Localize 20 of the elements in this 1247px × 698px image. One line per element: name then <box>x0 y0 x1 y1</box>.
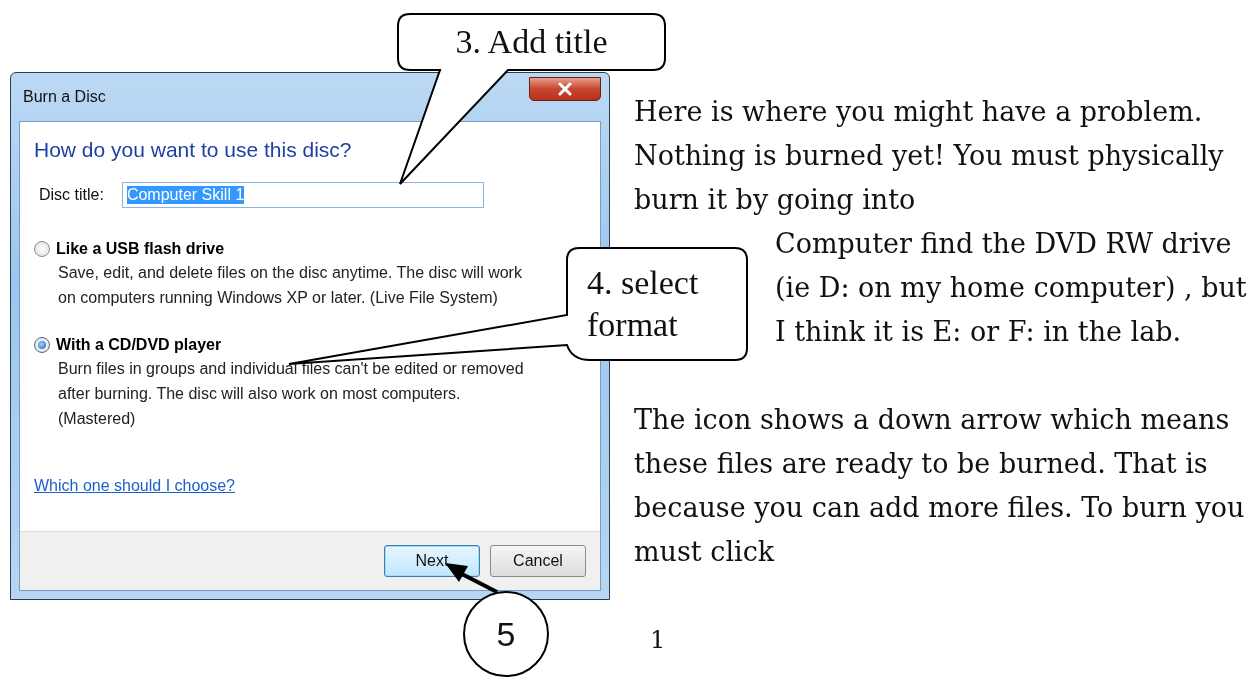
option-label[interactable]: Like a USB flash drive <box>56 240 225 258</box>
callout-text: 5 <box>496 614 516 655</box>
window-title: Burn a Disc <box>23 88 106 106</box>
field-label: Disc title: <box>39 186 104 204</box>
option-label[interactable]: With a CD/DVD player <box>56 336 222 354</box>
body-paragraph: Here is where you might have a problem. Nothing is burned yet! You must physically burn it by going into <box>634 95 1225 217</box>
page-number: 1 <box>650 626 667 654</box>
close-button[interactable] <box>529 77 601 101</box>
body-paragraph: The icon shows a down arrow which means these files are ready to be burned. That is because you can add more files. To burn you must click <box>634 403 1246 569</box>
callout-text: 3. Add title <box>454 22 609 62</box>
dialog-button[interactable]: Next <box>384 545 480 577</box>
dialog-heading: How do you want to use this disc? <box>34 138 353 162</box>
radio-button[interactable] <box>34 241 50 257</box>
dialog-button[interactable]: Cancel <box>490 545 586 577</box>
callout-text: 4. select format <box>586 263 700 345</box>
close-icon <box>557 82 573 96</box>
option-description: Save, edit, and delete files on the disc anytime. The disc will work on computers running Windows XP or later. (Live File System) <box>57 263 523 308</box>
help-link[interactable]: Which one should I choose? <box>34 477 235 495</box>
radio-button[interactable] <box>34 337 50 353</box>
body-paragraph: Computer find the DVD RW drive (ie D: on my home computer) , but I think it is E: or F: in the lab. <box>775 227 1247 349</box>
